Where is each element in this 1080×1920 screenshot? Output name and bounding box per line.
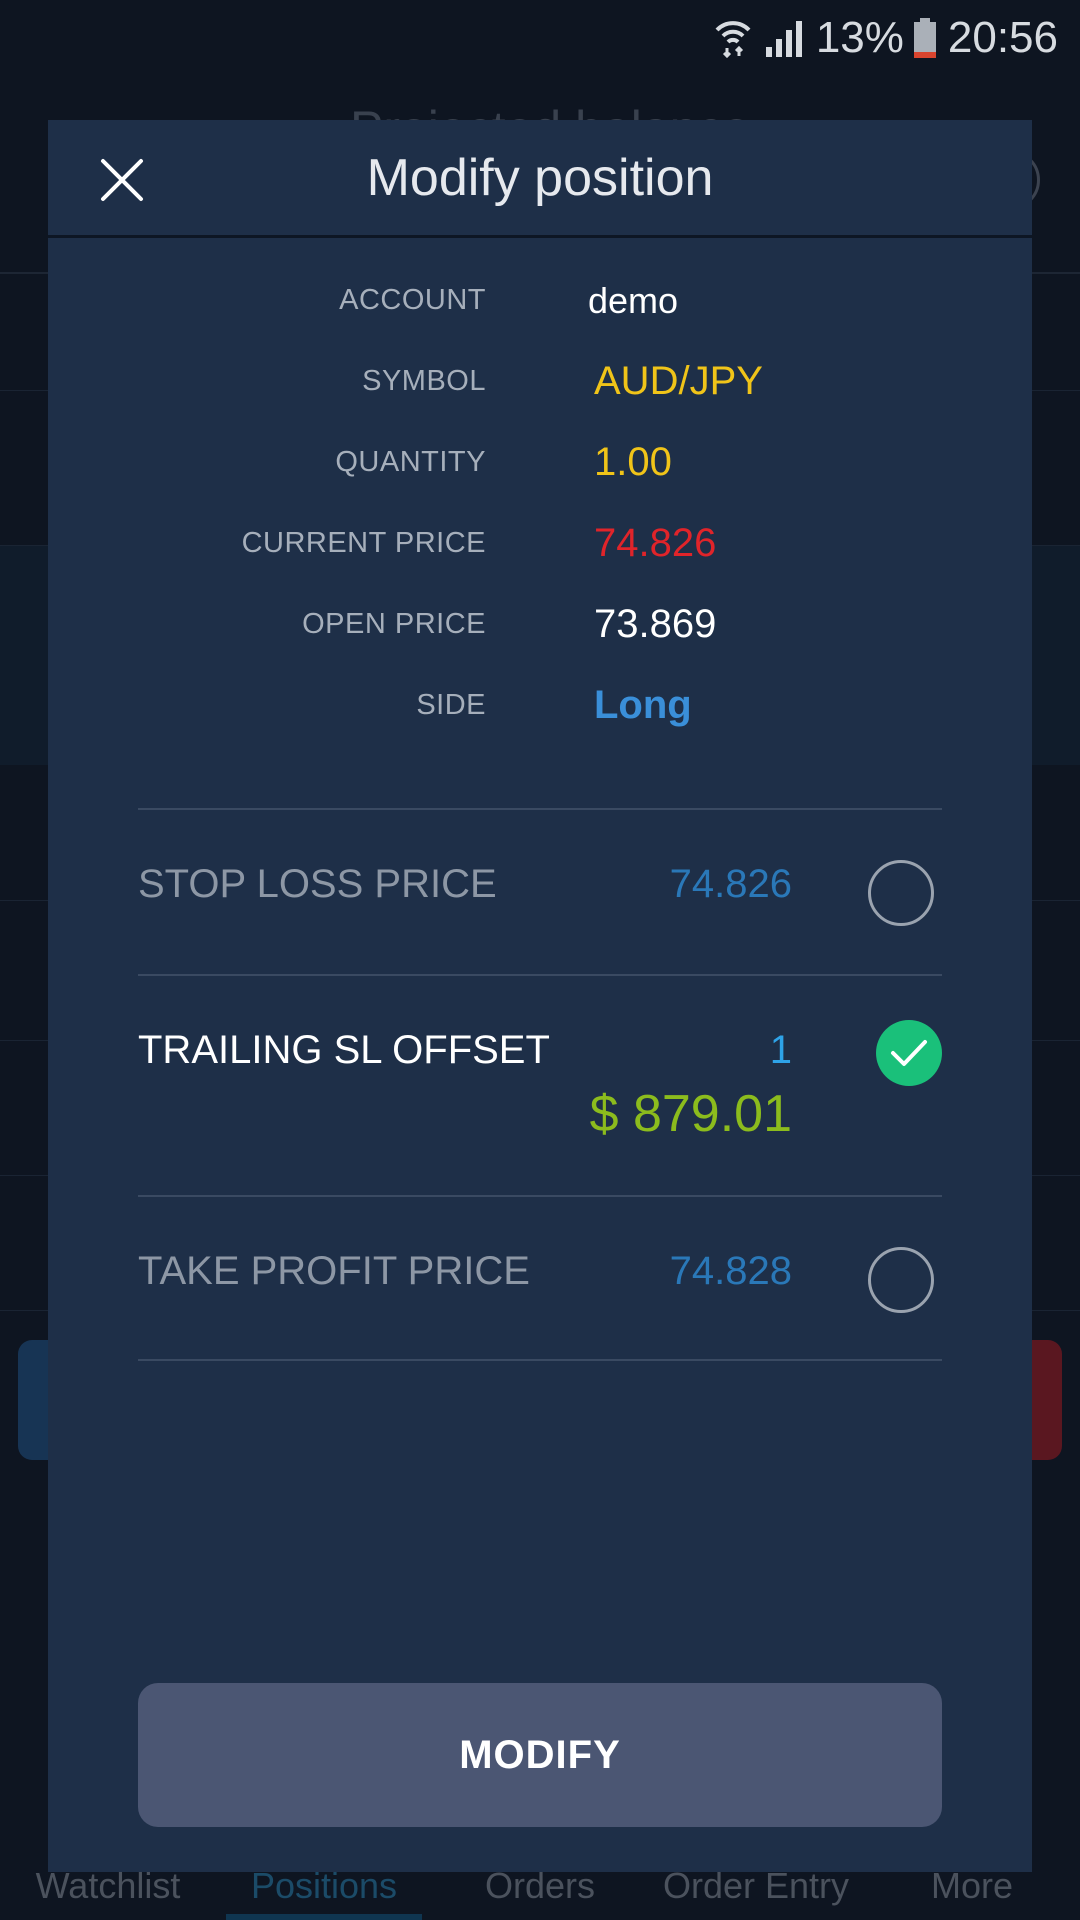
close-button[interactable] (100, 158, 144, 202)
trailing-sl-row[interactable]: TRAILING SL OFFSET 1 $ 879.01 (138, 974, 942, 1195)
order-settings: STOP LOSS PRICE 74.826 TRAILING SL OFFSE… (138, 808, 942, 1361)
account-value: demo (588, 279, 679, 321)
signal-icon (764, 19, 804, 57)
modify-position-dialog: Modify position ACCOUNT demo SYMBOL AUD/… (48, 120, 1032, 1872)
quantity-label: QUANTITY (335, 446, 486, 478)
side-label: SIDE (416, 689, 486, 721)
trailing-sl-checkbox[interactable] (876, 1020, 942, 1086)
battery-percent: 13% (815, 12, 904, 62)
open-price-value: 73.869 (594, 602, 717, 646)
modify-button[interactable]: MODIFY (138, 1683, 942, 1827)
checkmark-icon (891, 1040, 927, 1066)
detail-row-open-price: OPEN PRICE 73.869 (48, 584, 1032, 665)
symbol-value: AUD/JPY (594, 359, 763, 403)
battery-indicator: 13% (816, 13, 936, 63)
clock: 20:56 (947, 12, 1058, 62)
dialog-title: Modify position (366, 148, 714, 207)
quantity-value: 1.00 (594, 440, 672, 484)
current-price-value: 74.826 (594, 521, 717, 565)
side-value: Long (594, 683, 692, 727)
take-profit-value[interactable]: 74.828 (670, 1249, 792, 1294)
symbol-label: SYMBOL (362, 365, 486, 397)
detail-row-account: ACCOUNT demo (48, 260, 1032, 341)
take-profit-label: TAKE PROFIT PRICE (138, 1249, 530, 1293)
position-details: ACCOUNT demo SYMBOL AUD/JPY QUANTITY 1.0… (48, 260, 1032, 746)
status-bar: 13% 20:56 (0, 0, 1080, 75)
detail-row-quantity: QUANTITY 1.00 (48, 422, 1032, 503)
wifi-icon (714, 18, 752, 58)
take-profit-radio[interactable] (868, 1247, 934, 1313)
dialog-header: Modify position (48, 120, 1032, 238)
trailing-sl-amount: $ 879.01 (589, 1085, 792, 1143)
detail-row-side: SIDE Long (48, 665, 1032, 746)
stop-loss-row[interactable]: STOP LOSS PRICE 74.826 (138, 808, 942, 974)
trailing-sl-label: TRAILING SL OFFSET (138, 1028, 550, 1072)
stop-loss-radio[interactable] (868, 860, 934, 926)
close-icon (101, 159, 143, 201)
detail-row-symbol: SYMBOL AUD/JPY (48, 341, 1032, 422)
stop-loss-value[interactable]: 74.826 (670, 862, 792, 907)
take-profit-row[interactable]: TAKE PROFIT PRICE 74.828 (138, 1195, 942, 1361)
trailing-sl-value[interactable]: 1 (770, 1028, 792, 1073)
current-price-label: CURRENT PRICE (241, 527, 486, 559)
account-label: ACCOUNT (339, 284, 486, 316)
detail-row-current-price: CURRENT PRICE 74.826 (48, 503, 1032, 584)
open-price-label: OPEN PRICE (302, 608, 486, 640)
battery-icon (913, 17, 936, 58)
stop-loss-label: STOP LOSS PRICE (138, 862, 497, 906)
